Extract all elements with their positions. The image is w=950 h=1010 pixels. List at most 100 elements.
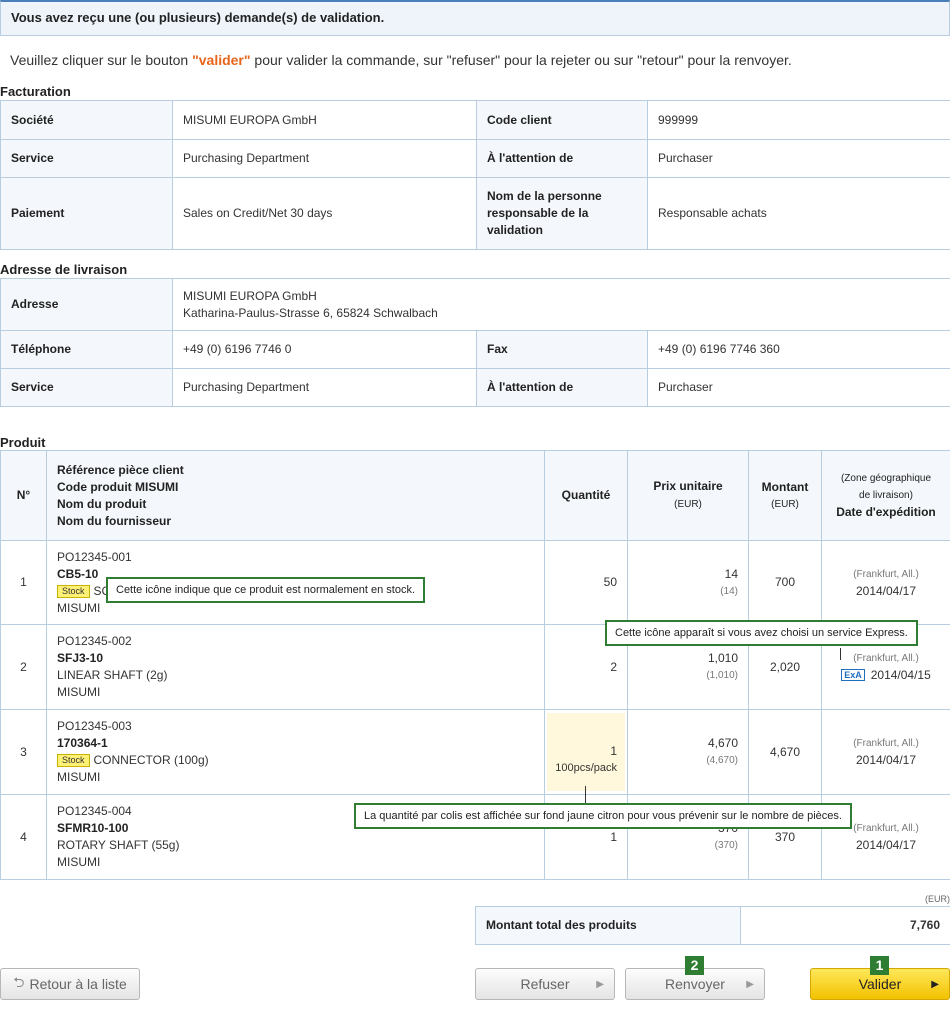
- billing-row: Société MISUMI EUROPA GmbH Code client 9…: [0, 100, 950, 140]
- play-arrow-icon: ▶: [746, 978, 754, 990]
- pack-quantity-highlight: 1 100pcs/pack: [547, 713, 625, 791]
- instructions-highlight: "valider": [192, 52, 251, 68]
- row-price-value: 14: [724, 566, 738, 581]
- adresse-value: MISUMI EUROPA GmbH Katharina-Paulus-Stra…: [171, 278, 950, 331]
- paiement-value: Sales on Credit/Net 30 days: [172, 177, 477, 250]
- banner-text: Vous avez reçu une (ou plusieurs) demand…: [11, 10, 385, 25]
- express-callout-pointer: [840, 648, 841, 660]
- row-no: 3: [0, 709, 47, 795]
- header-zone-line: (Zone géographique: [840, 473, 932, 484]
- row-ref: PO12345-003: [57, 719, 132, 733]
- totals-table: Montant total des produits 7,760: [475, 906, 950, 945]
- row-amount: 4,670: [748, 709, 822, 795]
- delivery-title: Adresse de livraison: [0, 262, 128, 277]
- row-date-line: ExA 2014/04/15: [832, 667, 940, 684]
- back-to-list-button[interactable]: ⮌ Retour à la liste: [0, 968, 140, 1000]
- header-date: Date d'expédition: [836, 505, 936, 519]
- row-qty-value: 50: [603, 575, 617, 589]
- step-badge-1: 1: [870, 956, 889, 975]
- header-no: N°: [0, 450, 47, 541]
- header-ref-line: Code produit MISUMI: [57, 479, 179, 494]
- validate-button-label: Valider: [858, 976, 902, 992]
- instructions: Veuillez cliquer sur le bouton "valider"…: [10, 52, 792, 68]
- row-no: 4: [0, 794, 47, 880]
- express-icon: ExA: [841, 669, 865, 681]
- refuse-button[interactable]: Refuser ▶: [475, 968, 615, 1000]
- row-supplier: MISUMI: [57, 685, 101, 699]
- instructions-text-end: pour valider la commande, sur "refuser" …: [250, 52, 792, 68]
- adresse-label: Adresse: [0, 278, 173, 331]
- row-name: LINEAR SHAFT (2g): [57, 668, 168, 682]
- header-prix-unit: (EUR): [674, 499, 702, 510]
- delivery-attention-value: Purchaser: [646, 368, 950, 407]
- row-ship: (Frankfurt, All.) 2014/04/17: [821, 709, 950, 795]
- row-name-line: Stock CONNECTOR (100g): [57, 752, 534, 769]
- row-pack: 100pcs/pack: [555, 762, 617, 774]
- row-price-sub: (1,010): [706, 670, 738, 681]
- play-arrow-icon: ▶: [596, 978, 604, 990]
- stock-badge-icon: Stock: [57, 584, 90, 598]
- products-header-row: N° Référence pièce client Code produit M…: [0, 450, 950, 541]
- billing-title: Facturation: [0, 84, 71, 99]
- row-qty: 50: [544, 540, 628, 625]
- header-montant: Montant (EUR): [748, 450, 822, 541]
- pack-callout-pointer: [585, 786, 586, 804]
- return-arrow-icon: ⮌: [13, 974, 25, 990]
- attention-label: À l'attention de: [476, 139, 648, 178]
- products-title: Produit: [0, 435, 46, 450]
- header-prix-label: Prix unitaire: [653, 479, 723, 493]
- row-code[interactable]: 170364-1: [57, 735, 534, 752]
- instructions-text: Veuillez cliquer sur le bouton: [10, 52, 193, 68]
- delivery-table: Adresse MISUMI EUROPA GmbH Katharina-Pau…: [0, 278, 950, 407]
- header-ref-line: Référence pièce client: [57, 462, 184, 477]
- row-reference: PO12345-003 170364-1 Stock CONNECTOR (100…: [46, 709, 545, 795]
- header-ref-line: Nom du produit: [57, 496, 147, 511]
- totals-currency: (EUR): [925, 894, 950, 904]
- delivery-row: Téléphone +49 (0) 6196 7746 0 Fax +49 (0…: [0, 330, 950, 369]
- code-client-value: 999999: [647, 100, 950, 140]
- societe-label: Société: [0, 100, 173, 140]
- row-price-sub: (4,670): [706, 755, 738, 766]
- row-date: 2014/04/17: [855, 583, 917, 598]
- fax-label: Fax: [476, 330, 648, 369]
- stock-badge-icon: Stock: [57, 754, 90, 767]
- table-row: 3 PO12345-003 170364-1 Stock CONNECTOR (1…: [0, 709, 950, 795]
- header-reference: Référence pièce client Code produit MISU…: [46, 450, 545, 541]
- row-zone: (Frankfurt, All.): [853, 568, 919, 580]
- notification-banner: Vous avez reçu une (ou plusieurs) demand…: [0, 0, 950, 36]
- delivery-row: Adresse MISUMI EUROPA GmbH Katharina-Pau…: [0, 278, 950, 331]
- row-name: CONNECTOR (100g): [93, 753, 209, 767]
- row-supplier: MISUMI: [57, 770, 101, 784]
- express-callout: Cette icône apparaît si vous avez choisi…: [605, 620, 918, 646]
- row-price-value: 1,010: [707, 651, 738, 665]
- row-ship: (Frankfurt, All.) 2014/04/17: [821, 540, 950, 625]
- header-zone-date: (Zone géographique de livraison) Date d'…: [821, 450, 950, 541]
- row-code[interactable]: SFJ3-10: [57, 650, 534, 667]
- paiement-label: Paiement: [0, 177, 173, 250]
- billing-table: Société MISUMI EUROPA GmbH Code client 9…: [0, 100, 950, 250]
- row-supplier: MISUMI: [57, 855, 101, 869]
- service-label: Service: [0, 139, 173, 178]
- adresse-line2: Katharina-Paulus-Strasse 6, 65824 Schwal…: [183, 305, 438, 320]
- responsable-value: Responsable achats: [647, 177, 950, 250]
- row-date: 2014/04/17: [855, 753, 917, 767]
- billing-row: Paiement Sales on Credit/Net 30 days Nom…: [0, 177, 950, 250]
- telephone-value: +49 (0) 6196 7746 0: [172, 330, 477, 369]
- adresse-line1: MISUMI EUROPA GmbH: [183, 288, 317, 303]
- step-badge-2: 2: [685, 956, 704, 975]
- row-amount: 700: [748, 540, 822, 625]
- delivery-row: Service Purchasing Department À l'attent…: [0, 368, 950, 407]
- refuse-button-label: Refuser: [520, 976, 570, 992]
- header-montant-label: Montant: [761, 479, 809, 494]
- row-date: 2014/04/15: [870, 668, 931, 682]
- back-button-label: Retour à la liste: [29, 976, 127, 992]
- code-client-label: Code client: [476, 100, 648, 140]
- row-qty: 1 100pcs/pack: [544, 709, 628, 795]
- societe-value: MISUMI EUROPA GmbH: [172, 100, 477, 140]
- pack-callout: La quantité par colis est affichée sur f…: [354, 803, 852, 829]
- row-reference: PO12345-002 SFJ3-10 LINEAR SHAFT (2g) MI…: [46, 624, 545, 710]
- header-montant-unit: (EUR): [771, 498, 799, 510]
- play-arrow-icon: ▶: [931, 978, 939, 990]
- row-price-sub: (14): [720, 585, 738, 597]
- fax-value: +49 (0) 6196 7746 360: [646, 330, 950, 369]
